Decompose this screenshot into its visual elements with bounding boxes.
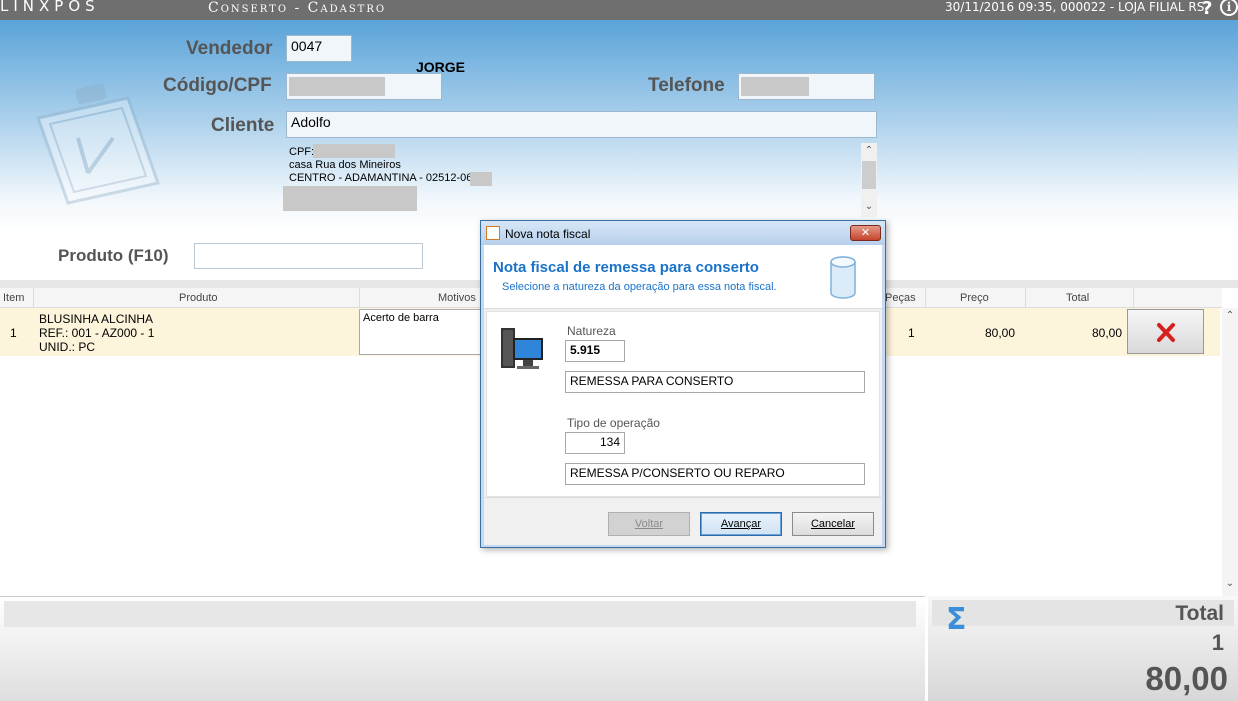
address-scroll-thumb[interactable] <box>862 161 876 189</box>
row-preco: 80,00 <box>985 326 1016 340</box>
total-quantity: 1 <box>1211 630 1224 655</box>
col-item[interactable]: Item <box>3 292 24 304</box>
totals-panel: Σ Total 1 80,00 <box>925 596 1238 701</box>
close-button[interactable]: ✕ <box>850 225 881 241</box>
dialog-content: Natureza 5.915 REMESSA PARA CONSERTO Tip… <box>486 311 880 497</box>
row-desc-ref: REF.: 001 - AZ000 - 1 <box>39 326 155 340</box>
natureza-label: Natureza <box>567 324 616 338</box>
dialog-subheading: Selecione a natureza da operação para es… <box>502 281 777 293</box>
address-scrollbar[interactable]: ⌃ ⌄ <box>861 143 877 217</box>
produto-label: Produto (F10) <box>58 246 169 265</box>
col-motivos[interactable]: Motivos <box>438 292 476 304</box>
clipboard-icon <box>36 83 160 205</box>
chevron-down-icon[interactable]: ⌄ <box>861 201 877 212</box>
redacted-address-cpf <box>313 144 395 158</box>
app-logo: LINXPOS <box>0 0 100 15</box>
row-total: 80,00 <box>1092 326 1123 340</box>
natureza-code-input[interactable]: 5.915 <box>565 340 625 362</box>
natureza-desc-field[interactable]: REMESSA PARA CONSERTO <box>565 371 865 393</box>
redacted-address-number <box>470 172 492 186</box>
vendedor-code-input[interactable]: 0047 <box>286 35 352 62</box>
address-line-city: CENTRO - ADAMANTINA - 02512-060 <box>289 172 479 184</box>
vendedor-label: Vendedor <box>186 38 273 59</box>
chevron-down-icon[interactable]: ⌄ <box>1222 578 1238 589</box>
cliente-label: Cliente <box>211 115 275 136</box>
dialog-heading: Nota fiscal de remessa para conserto <box>493 259 759 276</box>
col-preco[interactable]: Preço <box>960 292 989 304</box>
produto-input[interactable] <box>194 243 423 269</box>
address-line-street: casa Rua dos Mineiros <box>289 159 401 171</box>
cancelar-button[interactable]: Cancelar <box>792 512 874 536</box>
col-produto[interactable]: Produto <box>179 292 218 304</box>
col-pecas[interactable]: Peças <box>885 292 916 304</box>
cliente-input[interactable]: Adolfo <box>286 111 877 138</box>
dialog-title: Nova nota fiscal <box>505 227 591 241</box>
row-desc-unid: UNID.: PC <box>39 340 96 354</box>
dialog-footer: Voltar Avançar Cancelar <box>484 497 882 545</box>
redacted-address-extra <box>283 186 417 211</box>
bottom-info-panel <box>0 596 925 701</box>
top-bar: LINXPOS Conserto - Cadastro 30/11/2016 0… <box>0 0 1238 20</box>
avancar-button[interactable]: Avançar <box>700 512 782 536</box>
session-info: 30/11/2016 09:35, 000022 - LOJA FILIAL R… <box>945 0 1209 14</box>
window-title: Conserto - Cadastro <box>208 0 387 16</box>
delete-row-button[interactable] <box>1127 309 1204 354</box>
chevron-up-icon[interactable]: ⌃ <box>861 145 877 156</box>
telefone-label: Telefone <box>648 75 725 96</box>
bottom-info-bar <box>4 601 916 627</box>
delete-x-icon <box>1157 323 1175 342</box>
voltar-button[interactable]: Voltar <box>608 512 690 536</box>
row-motivo-input[interactable]: Acerto de barra <box>359 309 482 355</box>
row-desc-name: BLUSINHA ALCINHA <box>39 312 154 326</box>
row-pecas: 1 <box>908 326 915 340</box>
tipo-operacao-label: Tipo de operação <box>567 416 660 430</box>
redacted-telefone <box>741 77 809 96</box>
sigma-icon: Σ <box>946 602 967 637</box>
grid-scrollbar[interactable]: ⌃ ⌄ <box>1222 308 1238 596</box>
row-item: 1 <box>10 326 17 340</box>
document-icon <box>486 226 500 240</box>
redacted-cpf <box>289 77 385 96</box>
dialog-header: Nota fiscal de remessa para conserto Sel… <box>484 245 882 309</box>
database-icon <box>830 256 856 299</box>
nova-nota-fiscal-dialog: Nova nota fiscal ✕ Nota fiscal de remess… <box>480 220 886 548</box>
tipo-operacao-code-input[interactable]: 134 <box>565 432 625 454</box>
col-total[interactable]: Total <box>1066 292 1089 304</box>
dialog-titlebar[interactable]: Nova nota fiscal ✕ <box>481 221 885 245</box>
chevron-up-icon[interactable]: ⌃ <box>1222 310 1238 321</box>
codigo-cpf-label: Código/CPF <box>163 75 272 96</box>
info-icon[interactable]: i <box>1220 0 1238 16</box>
computer-icon <box>501 328 543 369</box>
total-value: 80,00 <box>1145 660 1228 697</box>
total-label: Total <box>1175 602 1224 625</box>
dialog-body: Nota fiscal de remessa para conserto Sel… <box>484 245 882 545</box>
tipo-operacao-desc-field[interactable]: REMESSA P/CONSERTO OU REPARO <box>565 463 865 485</box>
help-icon[interactable]: ? <box>1202 0 1212 19</box>
